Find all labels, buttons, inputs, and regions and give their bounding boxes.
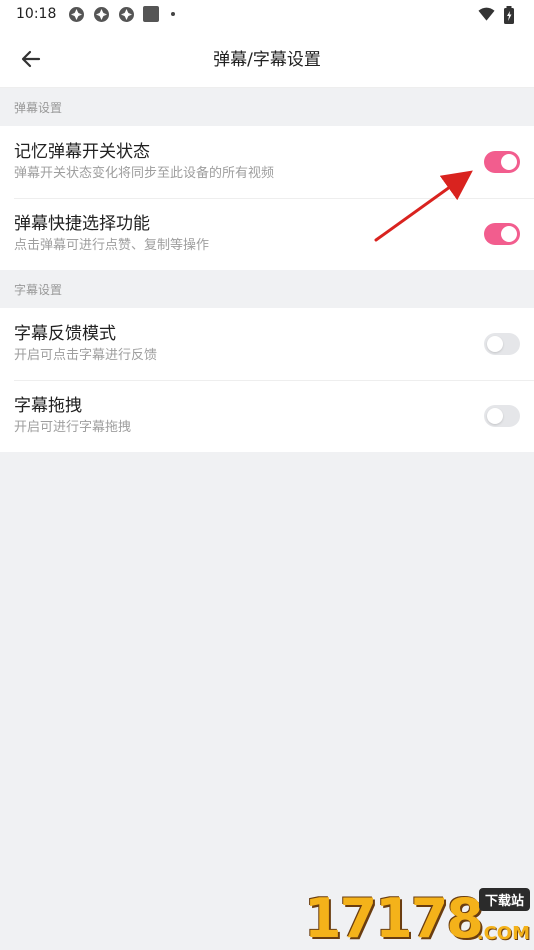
- toggle-knob: [501, 154, 517, 170]
- site-watermark: 17178 下载站 .COM: [304, 888, 530, 948]
- notification-icon: [93, 6, 110, 23]
- toggle-switch[interactable]: [484, 151, 520, 173]
- setting-subtitle: 开启可点击字幕进行反馈: [14, 348, 158, 363]
- toggle-switch[interactable]: [484, 405, 520, 427]
- square-notification-icon: [143, 6, 160, 22]
- status-right-icons: [478, 5, 520, 24]
- setting-title: 弹幕快捷选择功能: [14, 214, 150, 234]
- setting-subtitle: 点击弹幕可进行点赞、复制等操作: [14, 238, 210, 253]
- toggle-switch[interactable]: [484, 223, 520, 245]
- toggle-knob: [501, 226, 517, 242]
- back-button[interactable]: [14, 42, 48, 76]
- setting-row-remember-danmaku[interactable]: 记忆弹幕开关状态 弹幕开关状态变化将同步至此设备的所有视频: [0, 126, 534, 198]
- battery-icon: [503, 5, 520, 24]
- toggle-switch[interactable]: [484, 333, 520, 355]
- status-bar: 10:18: [0, 0, 534, 28]
- arrow-left-icon: [21, 50, 41, 68]
- watermark-badge: 下载站: [478, 888, 530, 911]
- setting-title: 记忆弹幕开关状态: [14, 142, 150, 162]
- setting-row-subtitle-feedback[interactable]: 字幕反馈模式 开启可点击字幕进行反馈: [0, 308, 534, 380]
- section-header-subtitle: 字幕设置: [0, 270, 534, 308]
- status-time: 10:18: [16, 6, 57, 22]
- settings-group-subtitle: 字幕反馈模式 开启可点击字幕进行反馈 字幕拖拽 开启可进行字幕拖拽: [0, 308, 534, 452]
- status-left-icons: [68, 6, 176, 23]
- dot-icon: [171, 12, 176, 16]
- notification-icon: [118, 6, 135, 23]
- toggle-knob: [487, 408, 503, 424]
- setting-title: 字幕反馈模式: [14, 324, 116, 344]
- notification-icon: [68, 6, 85, 23]
- wifi-icon: [478, 6, 495, 23]
- watermark-domain: .COM: [476, 923, 530, 944]
- watermark-digits: 17178: [304, 887, 484, 950]
- section-header-danmaku: 弹幕设置: [0, 88, 534, 126]
- settings-group-danmaku: 记忆弹幕开关状态 弹幕开关状态变化将同步至此设备的所有视频 弹幕快捷选择功能 点…: [0, 126, 534, 270]
- setting-subtitle: 开启可进行字幕拖拽: [14, 420, 132, 435]
- setting-row-subtitle-drag[interactable]: 字幕拖拽 开启可进行字幕拖拽: [0, 380, 534, 452]
- toggle-knob: [487, 336, 503, 352]
- setting-title: 字幕拖拽: [14, 396, 82, 416]
- setting-row-danmaku-quick-select[interactable]: 弹幕快捷选择功能 点击弹幕可进行点赞、复制等操作: [0, 198, 534, 270]
- app-bar: 弹幕/字幕设置: [0, 28, 534, 88]
- setting-subtitle: 弹幕开关状态变化将同步至此设备的所有视频: [14, 166, 275, 181]
- page-title: 弹幕/字幕设置: [213, 50, 321, 70]
